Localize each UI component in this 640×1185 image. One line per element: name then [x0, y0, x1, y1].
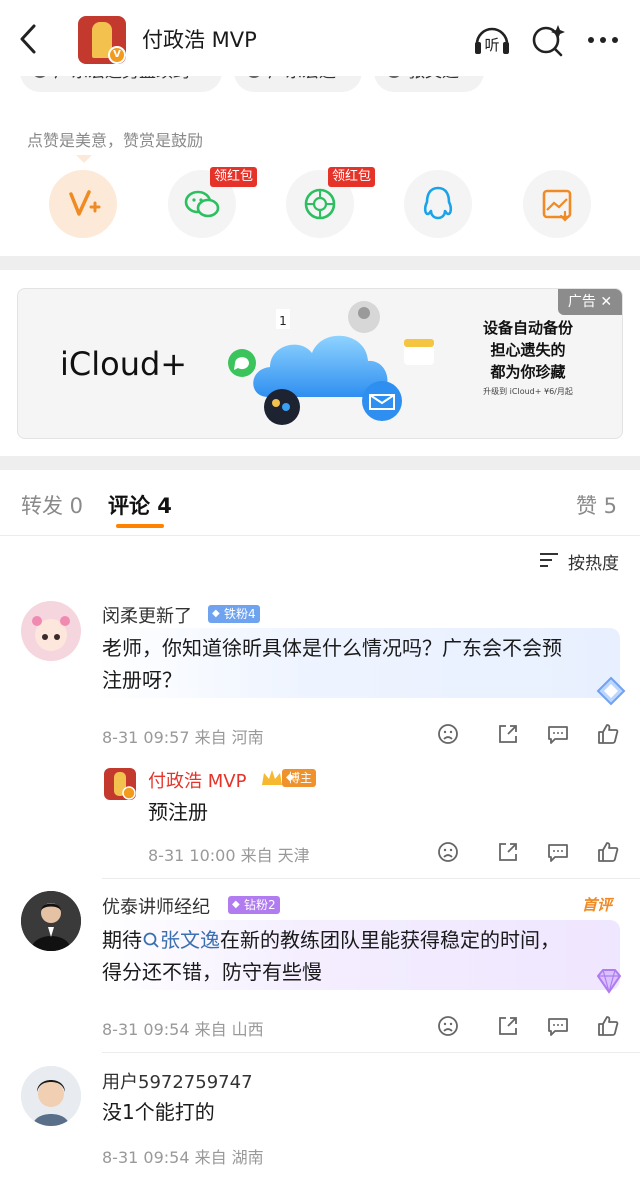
comment-text: 没1个能打的 [102, 1100, 215, 1124]
red-packet-badge: 领红包 [328, 167, 376, 187]
v-plus-icon [69, 190, 101, 216]
share-icon[interactable] [496, 1014, 520, 1038]
like-icon[interactable] [596, 1014, 620, 1038]
author-avatar[interactable]: V [78, 16, 126, 64]
ad-close-button[interactable]: 广告 ✕ [558, 289, 622, 315]
dislike-icon[interactable] [436, 840, 460, 864]
reply-icon[interactable] [546, 722, 570, 746]
ad-line: 担心遗失的 [490, 341, 566, 359]
author-name[interactable]: 付政浩 MVP [142, 24, 257, 54]
sort-icon [540, 553, 558, 567]
blogger-badge: 博主 [282, 769, 317, 787]
search-icon [143, 932, 159, 948]
tab-comments[interactable]: 评论 4 [108, 490, 172, 520]
diamond-icon [597, 969, 621, 995]
top-bar: V 付政浩 MVP 听 [0, 0, 640, 76]
avatar[interactable] [104, 768, 136, 800]
reply-icon[interactable] [546, 840, 570, 864]
blogger-name[interactable]: 付政浩 MVP [148, 767, 246, 793]
save-image-button[interactable] [523, 170, 591, 238]
chevron-left-icon[interactable] [14, 22, 42, 56]
commenter-name[interactable]: 闵柔更新了 [102, 602, 192, 628]
comment-text: 注册呀？ [102, 668, 182, 692]
reward-hint: 点赞是美意，赞赏是鼓励 [27, 131, 204, 150]
active-tab-indicator [116, 524, 164, 528]
svg-text:听: 听 [484, 36, 499, 54]
bottom-fade [430, 1150, 640, 1185]
comment-text: 期待 张文逸在新的教练团队里能获得稳定的时间， [102, 928, 560, 952]
avatar[interactable] [21, 601, 81, 661]
first-comment-tag: 首评 [582, 896, 613, 914]
crown-icon [262, 770, 282, 785]
tab-repost[interactable]: 转发 0 [21, 490, 83, 520]
fan-badge: 钻粉2 [228, 896, 280, 914]
divider [102, 1052, 640, 1053]
reply-icon[interactable] [546, 1014, 570, 1038]
comment-meta: 8-31 09:54 来自 山西 [102, 1020, 264, 1039]
qq-icon [423, 186, 453, 220]
svg-text:1: 1 [279, 314, 287, 328]
reply-text: 预注册 [148, 800, 208, 824]
icloud-illustration: 1 [228, 301, 434, 425]
more-icon[interactable] [584, 20, 624, 60]
like-icon[interactable] [596, 840, 620, 864]
reply-meta: 8-31 10:00 来自 天津 [148, 846, 310, 865]
sort-button[interactable]: 按热度 [540, 549, 619, 574]
ad-line: 都为你珍藏 [490, 363, 566, 381]
comment-meta: 8-31 09:54 来自 湖南 [102, 1148, 264, 1167]
diamond-icon [596, 676, 626, 706]
red-packet-badge: 领红包 [210, 167, 258, 187]
ai-search-icon[interactable] [528, 20, 568, 60]
ad-fineprint: 升级到 iCloud+ ¥6/月起 [483, 387, 573, 396]
commenter-name[interactable]: 用户5972759747 [102, 1068, 253, 1094]
divider [102, 878, 640, 879]
share-icon[interactable] [496, 722, 520, 746]
headphones-icon[interactable]: 听 [472, 20, 512, 60]
section-gap [0, 256, 640, 270]
fan-badge: 铁粉4 [208, 605, 260, 623]
save-image-icon [542, 189, 572, 222]
avatar[interactable] [21, 891, 81, 951]
tab-likes[interactable]: 赞 5 [576, 490, 617, 520]
commenter-name[interactable]: 优泰讲师经纪 [102, 893, 210, 919]
comment-text: 得分还不错，防守有些慢 [102, 960, 322, 984]
topic-link[interactable]: 张文逸 [142, 928, 220, 952]
divider [0, 535, 640, 536]
share-icon[interactable] [496, 840, 520, 864]
hint-arrow [76, 155, 92, 163]
like-icon[interactable] [596, 722, 620, 746]
ad-line: 设备自动备份 [482, 319, 573, 337]
page: V 付政浩 MVP 听 广东宏远男篮续约 广东宏远 张文逸 点 [0, 0, 640, 1185]
ad-banner[interactable]: iCloud+ 广告 ✕ 1 设备自动备份 担心遗失的 都为你珍藏 升级到 iC… [17, 288, 623, 439]
comment-meta: 8-31 09:57 来自 河南 [102, 728, 264, 747]
qq-share-button[interactable] [404, 170, 472, 238]
v-plus-button[interactable] [49, 170, 117, 238]
dislike-icon[interactable] [436, 1014, 460, 1038]
comment-text: 老师，你知道徐昕具体是什么情况吗？广东会不会预 [102, 636, 562, 660]
avatar[interactable] [21, 1066, 81, 1126]
dislike-icon[interactable] [436, 722, 460, 746]
section-gap [0, 456, 640, 470]
ad-brand: iCloud+ [60, 345, 188, 383]
